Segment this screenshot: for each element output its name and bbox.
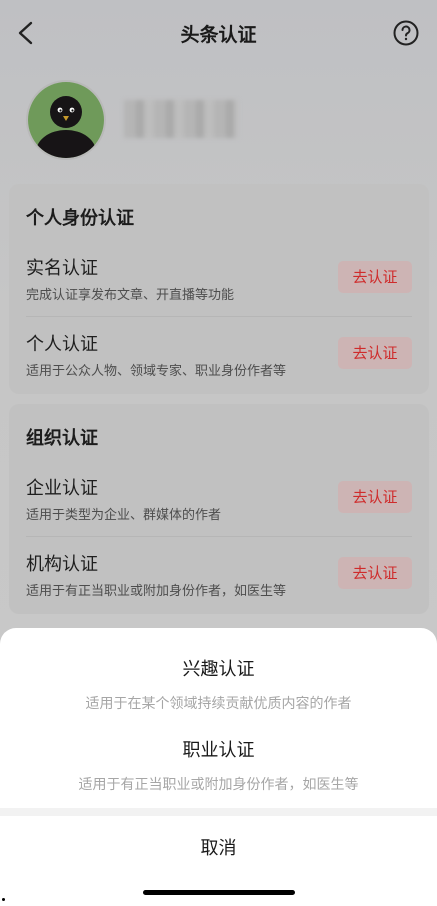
sheet-option-profession[interactable]: 职业认证 适用于有正当职业或附加身份作者，如医生等: [0, 736, 437, 794]
item-title: 个人认证: [26, 334, 98, 355]
item-description: 适用于公众人物、领域专家、职业身份作者等: [26, 364, 287, 379]
action-sheet: 兴趣认证 适用于在某个领域持续贡献优质内容的作者 职业认证 适用于有正当职业或附…: [0, 628, 437, 906]
navigation-bar: 头条认证: [0, 0, 437, 66]
list-item-personal[interactable]: 个人认证 适用于公众人物、领域专家、职业身份作者等 去认证: [26, 330, 412, 392]
item-title: 实名认证: [26, 258, 98, 279]
list-item-institution[interactable]: 机构认证 适用于有正当职业或附加身份作者，如医生等 去认证: [26, 550, 412, 612]
option-subtitle: 适用于在某个领域持续贡献优质内容的作者: [85, 696, 352, 712]
option-subtitle: 适用于有正当职业或附加身份作者，如医生等: [78, 777, 359, 793]
username-blurred: [124, 100, 238, 138]
organization-verification-card: 组织认证 企业认证 适用于类型为企业、群媒体的作者 去认证 机构认证 适用于有正…: [9, 404, 429, 614]
avatar[interactable]: [26, 80, 106, 160]
item-title: 企业认证: [26, 478, 98, 499]
sheet-option-interest[interactable]: 兴趣认证 适用于在某个领域持续贡献优质内容的作者: [0, 655, 437, 713]
personal-verification-card: 个人身份认证 实名认证 完成认证享发布文章、开直播等功能 去认证 个人认证 适用…: [9, 184, 429, 394]
item-title: 机构认证: [26, 554, 98, 575]
list-item-real-name[interactable]: 实名认证 完成认证享发布文章、开直播等功能 去认证: [26, 254, 412, 316]
status-dot: [2, 898, 5, 901]
item-description: 适用于类型为企业、群媒体的作者: [26, 508, 222, 523]
section-heading: 个人身份认证: [26, 208, 134, 229]
option-title: 职业认证: [182, 740, 255, 761]
item-description: 适用于有正当职业或附加身份作者，如医生等: [26, 584, 287, 599]
verify-button[interactable]: 去认证: [338, 557, 412, 589]
divider: [26, 316, 412, 317]
sheet-separator: [0, 808, 437, 816]
verify-button[interactable]: 去认证: [338, 261, 412, 293]
option-title: 兴趣认证: [182, 659, 255, 680]
item-description: 完成认证享发布文章、开直播等功能: [26, 288, 235, 303]
divider: [26, 536, 412, 537]
question-circle-icon[interactable]: [392, 19, 420, 47]
penguin-avatar: [28, 82, 104, 158]
section-heading: 组织认证: [26, 428, 98, 449]
page-title: 头条认证: [180, 24, 257, 46]
home-indicator[interactable]: [143, 890, 295, 895]
verify-button[interactable]: 去认证: [338, 337, 412, 369]
list-item-enterprise[interactable]: 企业认证 适用于类型为企业、群媒体的作者 去认证: [26, 474, 412, 536]
profile-header: [26, 80, 326, 162]
cancel-button[interactable]: 取消: [0, 834, 437, 860]
verify-button[interactable]: 去认证: [338, 481, 412, 513]
